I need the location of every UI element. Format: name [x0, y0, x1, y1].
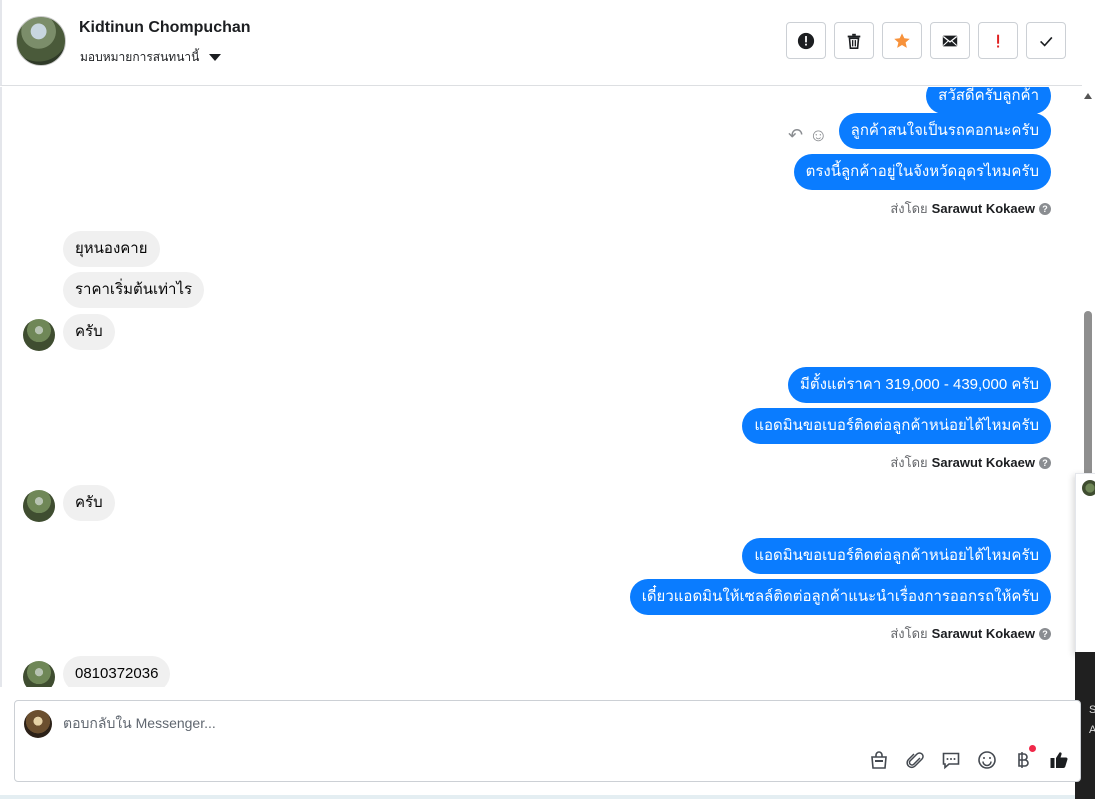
payment-button[interactable] — [1012, 745, 1036, 771]
message-bubble: สวัสดีครับลูกค้า — [926, 87, 1051, 114]
envelope-icon — [942, 35, 958, 46]
help-icon[interactable]: ? — [1039, 627, 1051, 640]
side-dark-text: A — [1089, 724, 1095, 736]
contact-avatar-small — [23, 490, 55, 522]
message-bubble: ตรงนี้ลูกค้าอยู่ในจังหวัดอุดรไหมครับ — [793, 154, 1051, 190]
reply-composer — [14, 700, 1081, 782]
message-incoming[interactable]: ครับ — [63, 485, 115, 521]
star-button[interactable] — [882, 22, 922, 59]
mark-done-button[interactable] — [1026, 22, 1066, 59]
exclamation-circle-icon — [797, 32, 815, 49]
contact-avatar-small — [23, 319, 55, 351]
side-panel-popup[interactable] — [1075, 473, 1095, 653]
message-incoming[interactable]: 0810372036 — [63, 656, 171, 687]
reply-input[interactable] — [63, 715, 963, 731]
message-bubble: แอดมินขอเบอร์ติดต่อลูกค้าหน่อยได้ไหมครับ — [742, 408, 1051, 444]
attach-button[interactable] — [904, 749, 926, 771]
sender-name: Sarawut Kokaew — [931, 455, 1035, 470]
trash-icon — [847, 33, 861, 49]
sender-name: Sarawut Kokaew — [931, 626, 1035, 641]
check-icon — [1040, 36, 1053, 47]
attachment-icon — [906, 752, 924, 769]
message-bubble: ราคาเริ่มต้นเท่าไร — [63, 272, 205, 308]
sender-name: Sarawut Kokaew — [931, 201, 1035, 216]
assign-label: มอบหมายการสนทนานี้ — [80, 50, 200, 64]
sent-by-prefix: ส่งโดย — [890, 455, 928, 470]
shop-button[interactable] — [868, 749, 890, 771]
message-incoming[interactable]: ยุหนองคาย — [63, 231, 160, 267]
page-avatar — [24, 710, 52, 738]
caret-down-icon — [209, 54, 222, 61]
message-bubble: ครับ — [63, 314, 115, 350]
message-bubble: มีตั้งแต่ราคา 319,000 - 439,000 ครับ — [787, 367, 1051, 403]
follow-up-button[interactable] — [978, 22, 1018, 59]
contact-name[interactable]: Kidtinun Chompuchan — [79, 19, 251, 37]
message-bubble: ลูกค้าสนใจเป็นรถคอกนะครับ — [838, 113, 1051, 149]
emoji-icon — [978, 751, 996, 769]
sent-by-prefix: ส่งโดย — [890, 201, 928, 216]
like-button[interactable] — [1048, 749, 1070, 771]
mini-avatar — [1082, 480, 1095, 496]
mark-unread-button[interactable] — [930, 22, 970, 59]
message-bubble: 0810372036 — [63, 656, 171, 687]
saved-reply-button[interactable] — [940, 749, 962, 771]
thumbs-up-icon — [1050, 752, 1068, 768]
message-outgoing[interactable]: แอดมินขอเบอร์ติดต่อลูกค้าหน่อยได้ไหมครับ — [742, 408, 1051, 444]
conversation-header: Kidtinun Chompuchan มอบหมายการสนทนานี้ — [0, 0, 1082, 86]
star-icon — [894, 32, 910, 48]
contact-avatar[interactable] — [16, 16, 66, 66]
help-icon[interactable]: ? — [1039, 202, 1051, 215]
assign-conversation-dropdown[interactable]: มอบหมายการสนทนานี้ — [80, 48, 222, 67]
react-emoji-icon[interactable]: ☺ — [809, 125, 827, 146]
message-outgoing[interactable]: แอดมินขอเบอร์ติดต่อลูกค้าหน่อยได้ไหมครับ — [742, 538, 1051, 574]
help-icon[interactable]: ? — [1039, 456, 1051, 469]
message-outgoing[interactable]: ลูกค้าสนใจเป็นรถคอกนะครับ — [838, 113, 1051, 149]
message-thread[interactable]: สวัสดีครับลูกค้า ↶ ☺ ลูกค้าสนใจเป็นรถคอก… — [0, 87, 1082, 687]
message-outgoing[interactable]: ตรงนี้ลูกค้าอยู่ในจังหวัดอุดรไหมครับ — [793, 154, 1051, 190]
sent-by-label: ส่งโดย Sarawut Kokaew ? — [890, 452, 1051, 473]
message-bubble: แอดมินขอเบอร์ติดต่อลูกค้าหน่อยได้ไหมครับ — [742, 538, 1051, 574]
message-bubble: ครับ — [63, 485, 115, 521]
conversation-actions — [786, 22, 1066, 59]
shop-icon — [871, 751, 887, 769]
bottom-strip — [0, 795, 1075, 799]
scroll-up-arrow-icon[interactable] — [1084, 93, 1092, 99]
contact-avatar-small — [23, 661, 55, 687]
exclamation-icon — [997, 34, 1000, 47]
emoji-button[interactable] — [976, 749, 998, 771]
sent-by-label: ส่งโดย Sarawut Kokaew ? — [890, 623, 1051, 644]
sent-by-label: ส่งโดย Sarawut Kokaew ? — [890, 198, 1051, 219]
message-outgoing[interactable]: เดี๋ยวแอดมินให้เซลล์ติดต่อลูกค้าแนะนำเรื… — [629, 579, 1051, 615]
message-incoming[interactable]: ราคาเริ่มต้นเท่าไร — [63, 272, 205, 308]
message-bubble: ยุหนองคาย — [63, 231, 160, 267]
delete-button[interactable] — [834, 22, 874, 59]
saved-reply-icon — [942, 752, 960, 770]
composer-tools — [868, 745, 1070, 771]
baht-payment-icon — [1018, 752, 1029, 768]
notification-dot — [1029, 745, 1036, 752]
side-dark-text: S — [1089, 704, 1095, 716]
spam-button[interactable] — [786, 22, 826, 59]
sent-by-prefix: ส่งโดย — [890, 626, 928, 641]
message-incoming[interactable]: ครับ — [63, 314, 115, 350]
message-bubble: เดี๋ยวแอดมินให้เซลล์ติดต่อลูกค้าแนะนำเรื… — [629, 579, 1051, 615]
message-outgoing[interactable]: สวัสดีครับลูกค้า — [926, 87, 1051, 114]
message-outgoing[interactable]: มีตั้งแต่ราคา 319,000 - 439,000 ครับ — [787, 367, 1051, 403]
reply-icon[interactable]: ↶ — [788, 125, 803, 146]
message-hover-actions: ↶ ☺ — [788, 125, 827, 146]
